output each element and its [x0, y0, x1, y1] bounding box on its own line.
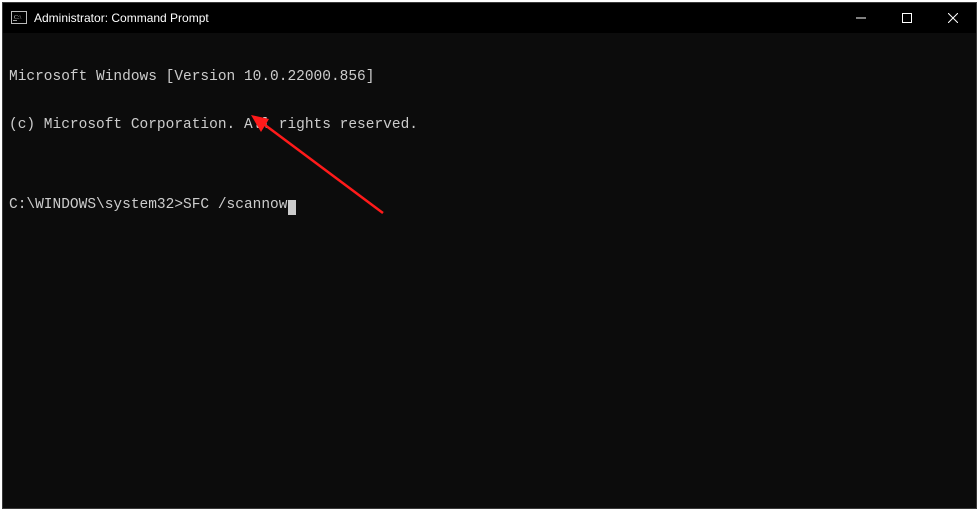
terminal-prompt: C:\WINDOWS\system32>	[9, 197, 183, 213]
cmd-icon: C:\	[11, 10, 27, 26]
close-button[interactable]	[930, 3, 976, 33]
terminal-command: SFC /scannow	[183, 197, 287, 213]
maximize-button[interactable]	[884, 3, 930, 33]
terminal-prompt-line: C:\WINDOWS\system32>SFC /scannow	[9, 197, 970, 213]
window-controls	[838, 3, 976, 33]
minimize-button[interactable]	[838, 3, 884, 33]
window-title: Administrator: Command Prompt	[34, 11, 838, 25]
terminal-output-area[interactable]: Microsoft Windows [Version 10.0.22000.85…	[3, 33, 976, 508]
terminal-line: (c) Microsoft Corporation. All rights re…	[9, 117, 970, 133]
terminal-line: Microsoft Windows [Version 10.0.22000.85…	[9, 69, 970, 85]
text-cursor	[288, 200, 296, 215]
titlebar[interactable]: C:\ Administrator: Command Prompt	[3, 3, 976, 33]
command-prompt-window: C:\ Administrator: Command Prompt Micros…	[2, 2, 977, 509]
